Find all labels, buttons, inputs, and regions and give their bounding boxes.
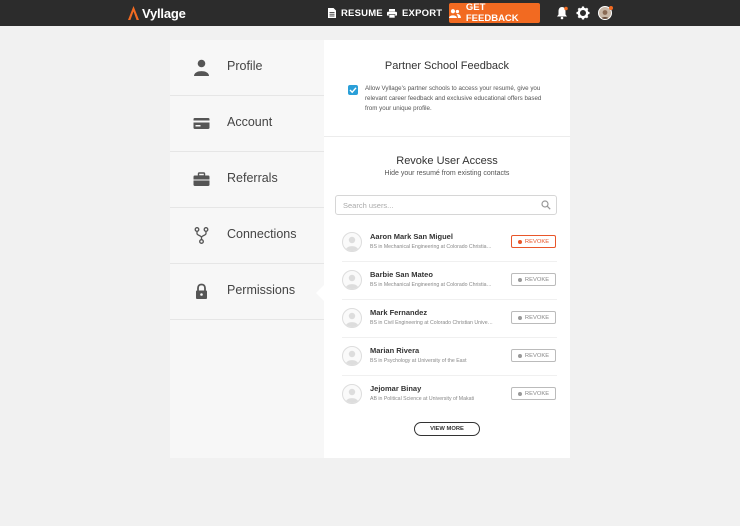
app-name: Vyllage (142, 5, 186, 21)
credit-card-icon (193, 118, 210, 129)
revoke-label: REVOKE (524, 276, 550, 283)
revoke-button[interactable]: REVOKE (511, 387, 556, 400)
partner-feedback-description: Allow Vyllage's partner schools to acces… (365, 85, 542, 112)
view-more-button[interactable]: VIEW MORE (414, 422, 480, 436)
revoke-dot-icon (517, 391, 522, 396)
search-users-box (335, 195, 557, 215)
user-name: Mark Fernandez (370, 308, 428, 317)
export-button[interactable]: EXPORT (387, 4, 442, 22)
person-icon (194, 59, 209, 76)
revoke-label: REVOKE (524, 352, 550, 359)
revoke-access-title: Revoke User Access (396, 155, 498, 167)
settings-sidebar: Profile Account Referrals Connections Pe… (170, 40, 324, 458)
user-avatar-placeholder (342, 308, 362, 328)
search-users-input[interactable] (343, 198, 533, 212)
active-item-pointer (316, 285, 324, 301)
user-row: Barbie San Mateo BS in Mechanical Engine… (342, 262, 557, 300)
vyllage-logo[interactable]: Vyllage (128, 5, 186, 21)
user-row: Jejomar Binay AB in Political Science at… (342, 376, 557, 414)
user-description: BS in Mechanical Engineering at Colorado… (370, 244, 494, 250)
user-name: Marian Rivera (370, 346, 420, 355)
user-description: BS in Civil Engineering at Colorado Chri… (370, 320, 494, 326)
revoke-dot-icon (517, 353, 522, 358)
partner-feedback-checkbox[interactable] (348, 85, 358, 95)
export-label: EXPORT (402, 7, 443, 19)
resume-button[interactable]: RESUME (328, 4, 383, 22)
briefcase-icon (193, 172, 210, 186)
vyllage-logo-icon (128, 6, 139, 20)
user-description: BS in Mechanical Engineering at Colorado… (370, 282, 494, 288)
gear-icon[interactable] (576, 6, 590, 20)
revoke-access-subtitle: Hide your resumé from existing contacts (384, 170, 510, 177)
search-icon[interactable] (541, 200, 551, 210)
sidebar-item-label: Connections (227, 227, 297, 241)
user-name: Aaron Mark San Miguel (370, 232, 453, 241)
resume-label: RESUME (341, 7, 383, 19)
sidebar-item-connections[interactable]: Connections (170, 208, 324, 264)
user-avatar-placeholder (342, 346, 362, 366)
revoke-button[interactable]: REVOKE (511, 349, 556, 362)
sidebar-item-label: Profile (227, 59, 263, 73)
revoke-dot-icon (517, 277, 522, 282)
user-name: Barbie San Mateo (370, 270, 433, 279)
permissions-panel: Partner School Feedback Allow Vyllage's … (324, 40, 570, 458)
sidebar-item-label: Referrals (227, 171, 278, 185)
revoke-dot-icon (517, 239, 522, 244)
revoke-button[interactable]: REVOKE (511, 311, 556, 324)
bell-icon[interactable] (555, 6, 569, 20)
revoke-label: REVOKE (524, 314, 550, 321)
user-row: Aaron Mark San Miguel BS in Mechanical E… (342, 224, 557, 262)
user-description: BS in Psychology at University of the Ea… (370, 358, 467, 364)
person-silhouette-icon (345, 312, 359, 327)
person-silhouette-icon (345, 388, 359, 403)
user-description: AB in Political Science at University of… (370, 396, 475, 402)
users-icon (449, 8, 461, 18)
printer-icon (387, 8, 397, 18)
user-row: Mark Fernandez BS in Civil Engineering a… (342, 300, 557, 338)
revoke-label: REVOKE (524, 390, 550, 397)
sidebar-item-permissions[interactable]: Permissions (170, 264, 324, 320)
user-avatar-placeholder (342, 270, 362, 290)
revoke-label: REVOKE (524, 238, 550, 245)
sidebar-item-label: Account (227, 115, 273, 129)
partner-feedback-title: Partner School Feedback (384, 60, 510, 72)
person-silhouette-icon (345, 274, 359, 289)
top-navbar: Vyllage RESUME EXPORT GET FEEDBACK (0, 0, 740, 26)
get-feedback-button[interactable]: GET FEEDBACK (449, 2, 540, 24)
sidebar-item-label: Permissions (227, 283, 296, 297)
sidebar-item-profile[interactable]: Profile (170, 40, 324, 96)
get-feedback-label: GET FEEDBACK (465, 2, 519, 24)
user-avatar-placeholder (342, 232, 362, 252)
sidebar-item-referrals[interactable]: Referrals (170, 152, 324, 208)
lock-icon (196, 283, 207, 299)
person-silhouette-icon (345, 350, 359, 365)
user-name: Jejomar Binay (370, 384, 422, 393)
avatar-notification-dot (609, 6, 613, 10)
user-row: Marian Rivera BS in Psychology at Univer… (342, 338, 557, 376)
checkmark-icon (349, 87, 357, 94)
sidebar-item-account[interactable]: Account (170, 96, 324, 152)
section-divider (324, 136, 570, 137)
revoke-button[interactable]: REVOKE (511, 235, 556, 248)
user-avatar-placeholder (342, 384, 362, 404)
person-silhouette-icon (345, 236, 359, 251)
revoke-dot-icon (517, 315, 522, 320)
fork-icon (194, 227, 209, 244)
document-icon (328, 8, 336, 18)
revoke-button[interactable]: REVOKE (511, 273, 556, 286)
